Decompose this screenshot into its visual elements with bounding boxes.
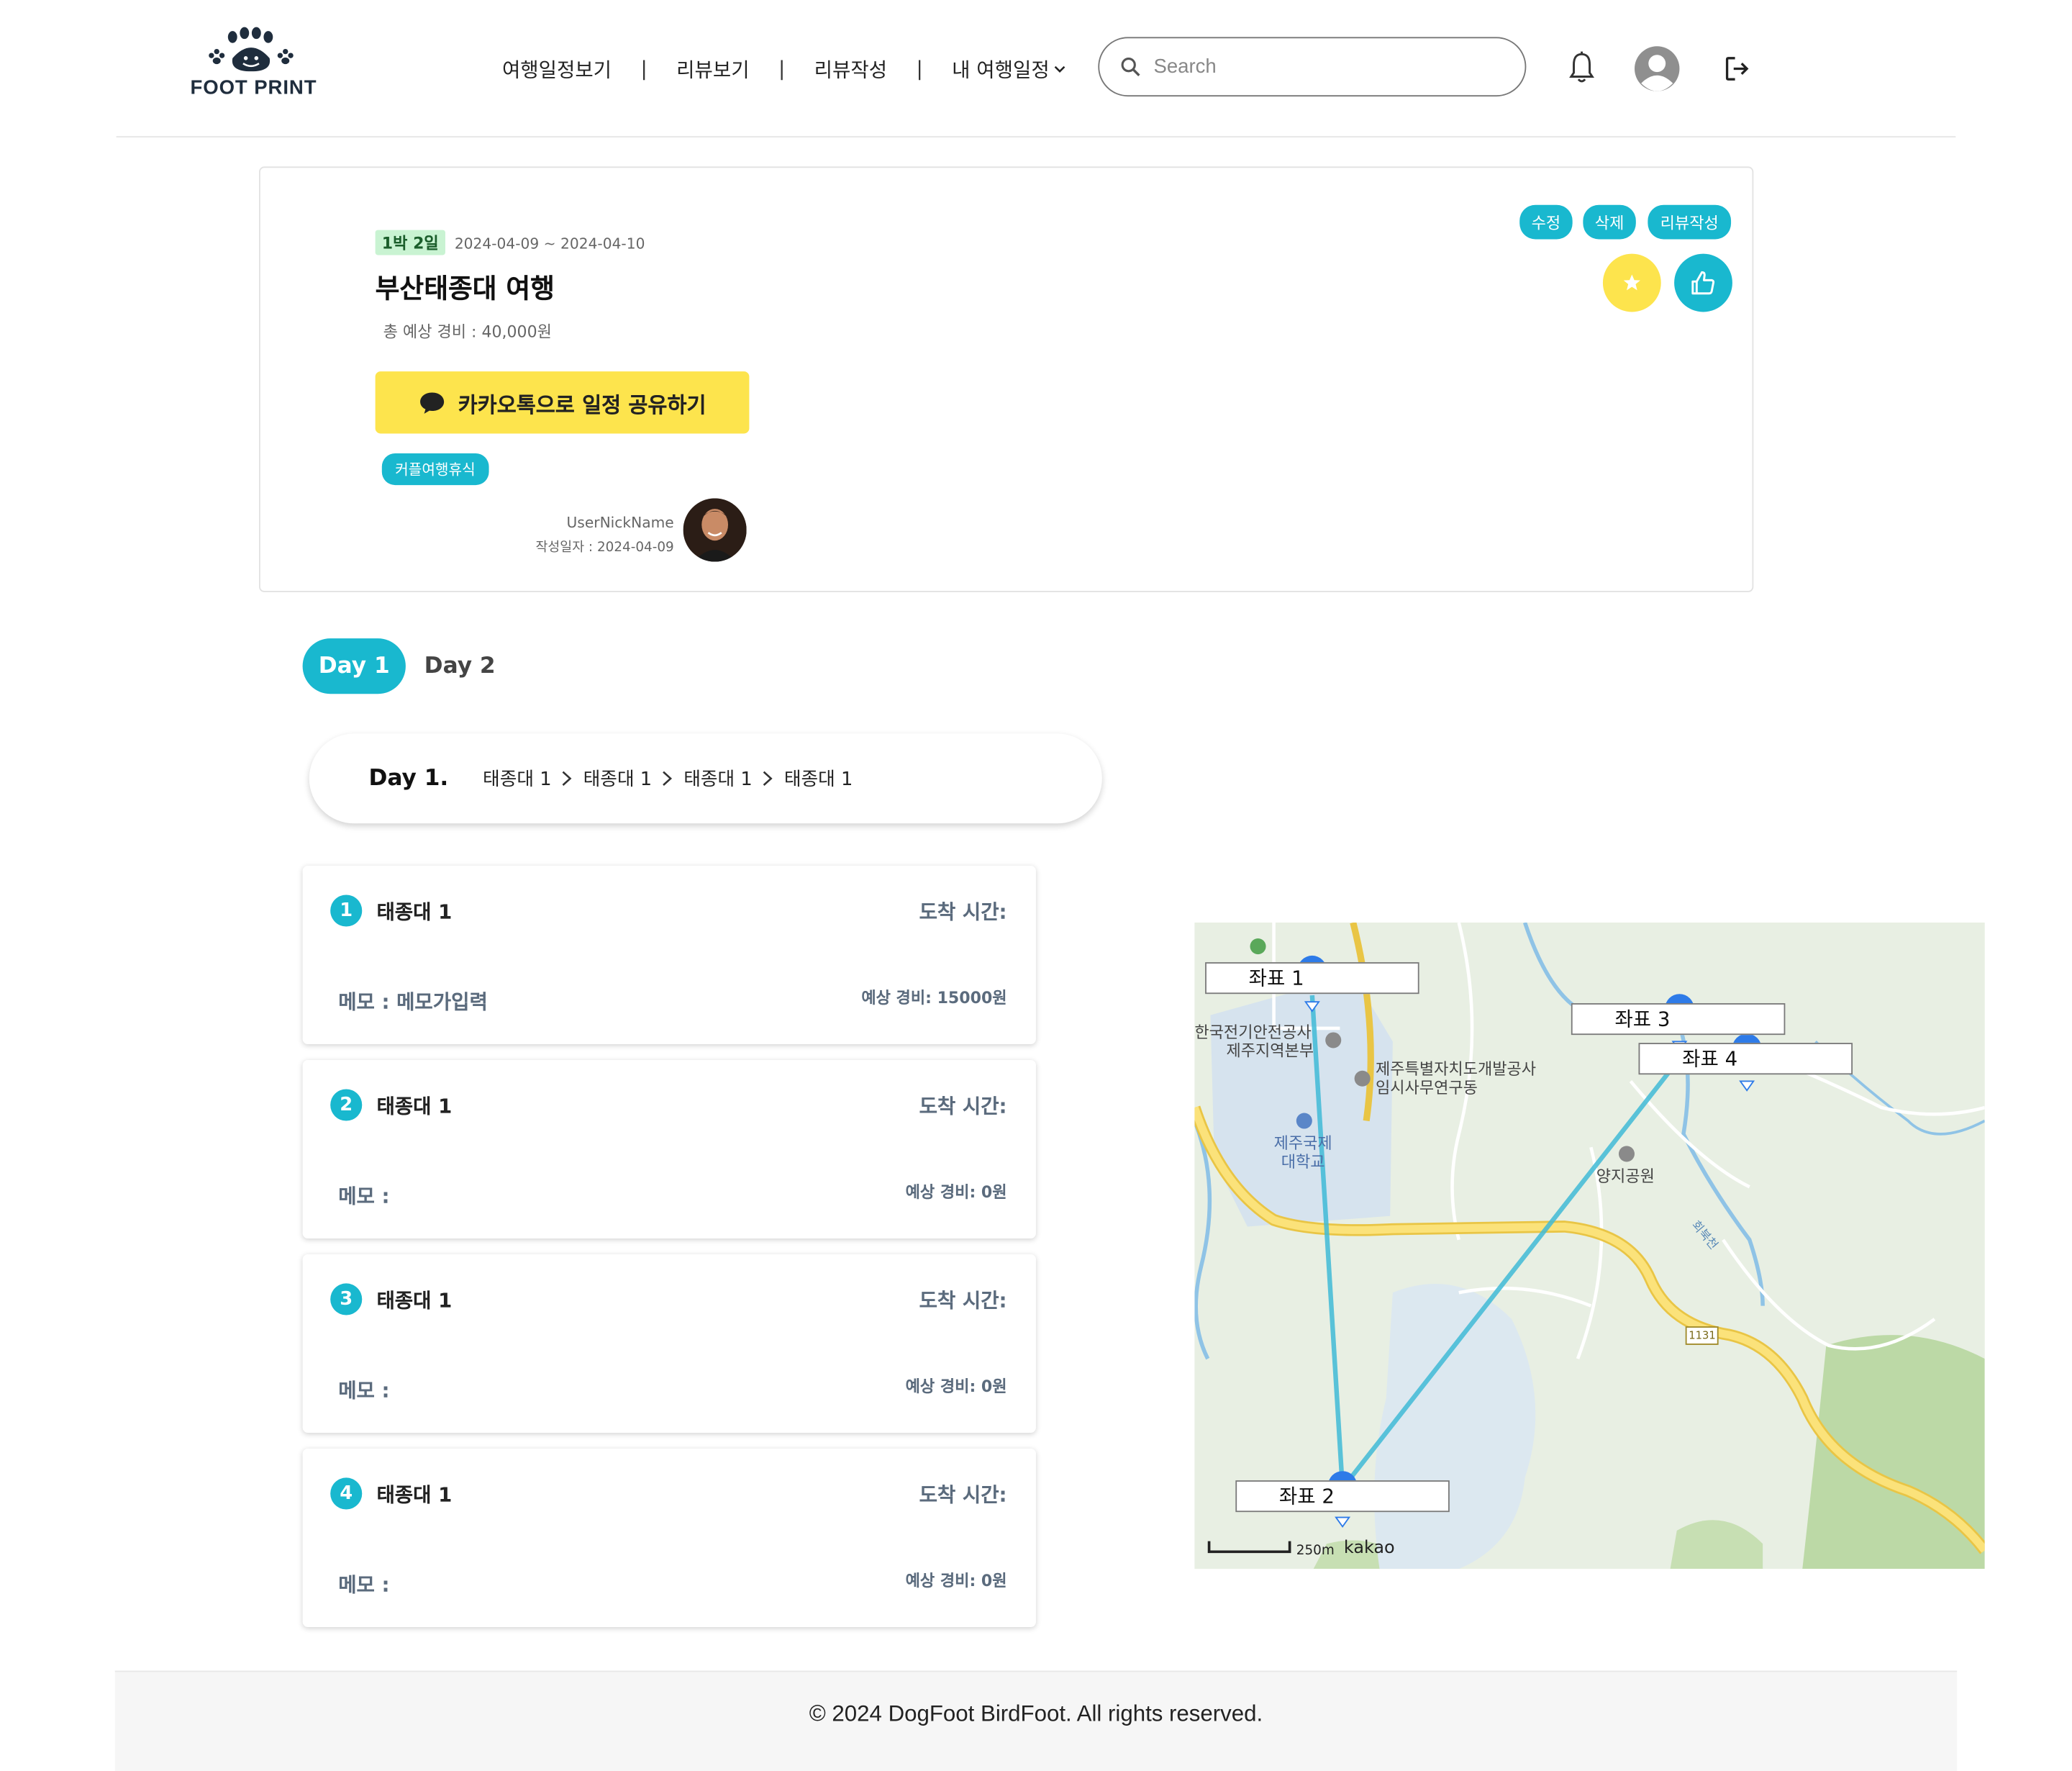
arrival-time: 도착 시간: <box>919 900 1007 924</box>
map-marker-label[interactable]: 좌표 1 <box>1205 962 1419 995</box>
map-scale: 250m <box>1296 1544 1335 1559</box>
nav-my-schedule-label: 내 여행일정 <box>952 57 1050 81</box>
map-place-label: 제주특별자치도개발공사 임시사무연구동 <box>1376 1060 1537 1097</box>
logo-text: FOOT PRINT <box>190 76 317 99</box>
place-card[interactable]: 1 태종대 1 도착 시간: 메모 : 메모가입력 예상 경비: 15000원 <box>302 866 1036 1044</box>
header-divider <box>116 136 1956 138</box>
place-memo: 메모 : <box>338 1572 390 1597</box>
author-avatar <box>683 498 747 562</box>
search-icon <box>1121 58 1140 77</box>
tab-day-2[interactable]: Day 2 <box>420 638 499 694</box>
write-review-button[interactable]: 리뷰작성 <box>1648 204 1732 240</box>
place-name: 태종대 1 <box>376 900 453 924</box>
trip-tag[interactable]: 커플여행휴식 <box>381 453 489 486</box>
place-name: 태종대 1 <box>376 1288 453 1313</box>
place-cost: 예상 경비: 0원 <box>905 1182 1007 1202</box>
nav-separator: | <box>778 56 786 81</box>
day-route-summary: Day 1. 태종대 1 태종대 1 태종대 1 태종대 1 <box>309 733 1102 824</box>
copyright-text: © 2024 DogFoot BirdFoot. All rights rese… <box>809 1700 1263 1726</box>
route-map[interactable]: 좌표 1 좌표 2 좌표 3 좌표 4 한국전기안전공사 제주지역본부 제주특별… <box>1194 923 1985 1570</box>
main-nav: 여행일정보기 | 리뷰보기 | 리뷰작성 | 내 여행일정 <box>502 53 1067 84</box>
map-marker-label[interactable]: 좌표 3 <box>1571 1003 1786 1036</box>
place-card[interactable]: 3 태종대 1 도착 시간: 메모 : 예상 경비: 0원 <box>302 1254 1036 1433</box>
like-button[interactable] <box>1674 253 1732 312</box>
nav-schedule-view[interactable]: 여행일정보기 <box>502 55 612 83</box>
place-number: 2 <box>330 1089 363 1121</box>
route-stop: 태종대 1 <box>683 769 753 791</box>
map-place-label: 제주국제 대학교 <box>1273 1133 1332 1172</box>
kakao-share-label: 카카오톡으로 일정 공유하기 <box>458 391 706 417</box>
thumbs-up-icon <box>1691 271 1715 295</box>
route-stop: 태종대 1 <box>583 769 653 791</box>
nav-review-view[interactable]: 리뷰보기 <box>676 55 749 83</box>
speech-bubble-icon <box>419 391 444 413</box>
nav-my-schedule-dropdown[interactable]: 내 여행일정 <box>952 55 1066 83</box>
nav-separator: | <box>640 56 648 81</box>
route-title: Day 1. <box>368 765 449 792</box>
nav-review-write[interactable]: 리뷰작성 <box>814 55 887 83</box>
arrival-time: 도착 시간: <box>919 1482 1007 1507</box>
tab-day-1[interactable]: Day 1 <box>302 638 406 694</box>
kakao-share-button[interactable]: 카카오톡으로 일정 공유하기 <box>375 371 750 434</box>
place-card[interactable]: 4 태종대 1 도착 시간: 메모 : 예상 경비: 0원 <box>302 1449 1036 1627</box>
nav-separator: | <box>916 56 923 81</box>
place-number: 1 <box>330 894 363 927</box>
kakao-map-logo: kakao <box>1343 1538 1395 1559</box>
written-date: 작성일자 : 2024-04-09 <box>535 540 674 556</box>
place-cost: 예상 경비: 15000원 <box>861 988 1007 1007</box>
logout-icon[interactable] <box>1723 54 1752 83</box>
favorite-button[interactable] <box>1602 253 1661 312</box>
map-marker-label[interactable]: 좌표 4 <box>1638 1043 1853 1075</box>
place-cost: 예상 경비: 0원 <box>905 1571 1007 1590</box>
delete-button[interactable]: 삭제 <box>1583 204 1636 240</box>
place-memo: 메모 : 메모가입력 <box>338 989 488 1014</box>
star-icon <box>1623 274 1640 291</box>
map-marker-label[interactable]: 좌표 2 <box>1235 1480 1450 1513</box>
route-stop: 태종대 1 <box>483 769 552 791</box>
place-number: 4 <box>330 1477 363 1510</box>
place-memo: 메모 : <box>338 1378 390 1403</box>
chevron-right-icon <box>762 771 775 787</box>
trip-dates: 2024-04-09 ~ 2024-04-10 <box>454 235 645 253</box>
place-card[interactable]: 2 태종대 1 도착 시간: 메모 : 예상 경비: 0원 <box>302 1060 1036 1238</box>
place-memo: 메모 : <box>338 1184 390 1208</box>
chevron-right-icon <box>560 771 573 787</box>
place-cost: 예상 경비: 0원 <box>905 1377 1007 1396</box>
place-name: 태종대 1 <box>376 1094 453 1118</box>
place-name: 태종대 1 <box>376 1482 453 1507</box>
chevron-down-icon <box>1055 65 1065 73</box>
chevron-right-icon <box>661 771 674 787</box>
map-road-number: 1131 <box>1689 1329 1716 1342</box>
place-number: 3 <box>330 1283 363 1315</box>
search-input[interactable] <box>1150 54 1500 80</box>
search-bar <box>1098 37 1527 97</box>
trip-title: 부산태종대 여행 <box>375 272 555 304</box>
author-nickname: UserNickName <box>566 514 674 532</box>
trip-budget: 총 예상 경비 : 40,000원 <box>383 322 552 341</box>
duration-badge: 1박 2일 <box>375 230 445 255</box>
bell-icon[interactable] <box>1567 50 1596 85</box>
user-icon[interactable] <box>1633 45 1681 92</box>
route-stop: 태종대 1 <box>783 769 853 791</box>
paw-logo-icon <box>209 27 294 72</box>
map-place-label: 양지공원 <box>1596 1167 1655 1186</box>
arrival-time: 도착 시간: <box>919 1094 1007 1118</box>
edit-button[interactable]: 수정 <box>1519 204 1573 240</box>
logo[interactable]: FOOT PRINT <box>185 27 322 106</box>
footer: © 2024 DogFoot BirdFoot. All rights rese… <box>114 1670 1958 1771</box>
arrival-time: 도착 시간: <box>919 1288 1007 1313</box>
map-place-label: 한국전기안전공사 제주지역본부 <box>1194 1023 1314 1061</box>
